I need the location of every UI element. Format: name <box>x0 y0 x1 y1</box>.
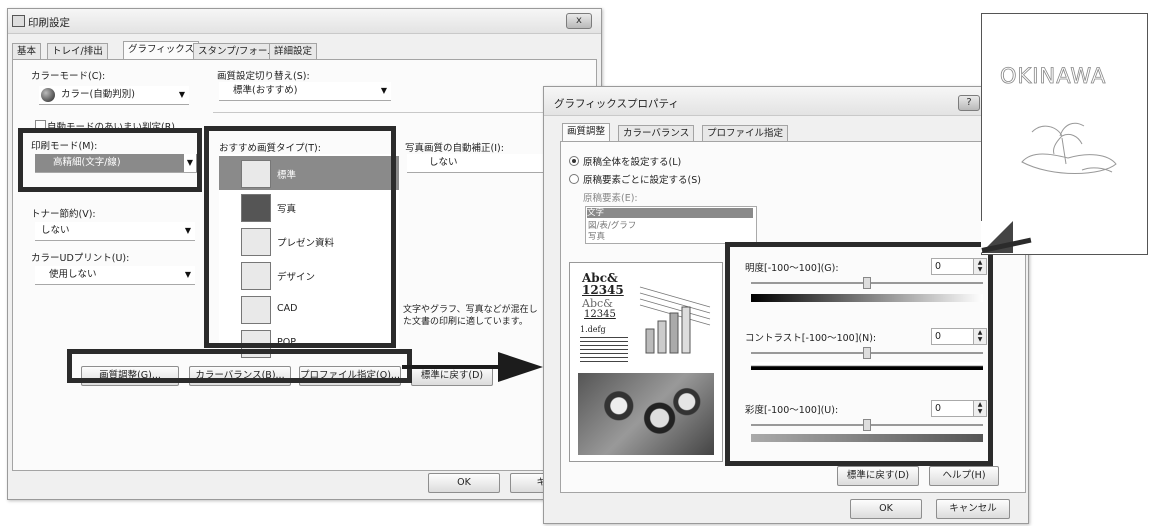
dialog-title: 印刷設定 <box>28 17 70 29</box>
preview-page: Abc& 12345 Abc& 12345 1.defg <box>569 262 723 462</box>
preview-text-num: 12345 <box>582 283 624 297</box>
arrow-shaft <box>402 365 502 369</box>
slider-group-highlight <box>725 242 993 466</box>
tab-quality[interactable]: 画質調整 <box>562 123 611 141</box>
radio-each-label: 原稿要素ごとに設定する(S) <box>583 175 701 186</box>
element-label: 原稿要素(E): <box>583 193 638 204</box>
chevron-down-icon: ▼ <box>184 270 191 279</box>
tab-tray[interactable]: トレイ/排出 <box>47 43 108 59</box>
tab-profile[interactable]: プロファイル指定 <box>702 125 789 141</box>
tab-graphics[interactable]: グラフィックス <box>123 41 200 59</box>
preview-text-num: 12345 <box>584 309 616 320</box>
cancel-button[interactable]: キャンセル <box>936 499 1010 519</box>
help-button[interactable]: ヘルプ(H) <box>929 466 999 486</box>
quality-switch-value: 標準(おすすめ) <box>233 85 298 96</box>
toner-save-label: トナー節約(V): <box>31 209 96 220</box>
close-button[interactable]: x <box>566 13 592 29</box>
color-ud-value: 使用しない <box>49 269 97 280</box>
quality-button-highlight <box>67 349 412 383</box>
chevron-down-icon: ▼ <box>178 90 185 99</box>
print-mode-highlight <box>18 128 202 192</box>
preview-bar-chart <box>639 286 711 354</box>
radio-all[interactable] <box>569 156 579 166</box>
arrow-head <box>498 352 543 382</box>
title-bar: グラフィックスプロパティ ? <box>544 87 1028 116</box>
output-page: OKINAWA <box>981 13 1148 255</box>
chevron-down-icon: ▼ <box>184 226 191 235</box>
color-circle-icon <box>41 88 55 102</box>
quality-switch-label: 画質設定切り替え(S): <box>217 71 310 82</box>
reset-default-button[interactable]: 標準に戻す(D) <box>837 466 919 486</box>
reset-default-button[interactable]: 標準に戻す(D) <box>411 366 493 386</box>
tab-advanced[interactable]: 詳細設定 <box>269 43 318 59</box>
preview-text-lines <box>580 337 628 365</box>
preview-photo <box>578 373 714 455</box>
color-ud-label: カラーUDプリント(U): <box>31 253 130 264</box>
tab-strip: 基本 トレイ/排出 グラフィックス スタンプ/フォーム 詳細設定 <box>12 41 592 59</box>
image-type-highlight <box>204 126 396 348</box>
radio-each[interactable] <box>569 174 579 184</box>
title-bar: 印刷設定 x <box>8 9 601 34</box>
ok-button[interactable]: OK <box>850 499 922 519</box>
color-mode-value: カラー(自動判別) <box>61 89 135 100</box>
radio-all-label: 原稿全体を設定する(L) <box>583 157 682 168</box>
photo-correction-value: しない <box>429 157 458 168</box>
element-item-text[interactable]: 文字 <box>587 208 753 218</box>
ok-button[interactable]: OK <box>428 473 500 493</box>
preview-text-small: 1.defg <box>580 325 606 334</box>
tab-strip: 画質調整 カラーバランス プロファイル指定 <box>562 123 982 141</box>
tab-basic[interactable]: 基本 <box>12 43 42 59</box>
toner-save-value: しない <box>41 225 70 236</box>
tab-color-balance[interactable]: カラーバランス <box>618 125 695 141</box>
quality-switch-select[interactable]: 標準(おすすめ) ▼ <box>219 82 391 101</box>
color-mode-label: カラーモード(C): <box>31 71 106 82</box>
color-ud-select[interactable]: 使用しない ▼ <box>35 266 195 285</box>
printer-icon <box>12 15 25 27</box>
toner-save-select[interactable]: しない ▼ <box>35 222 195 241</box>
output-title: OKINAWA <box>1000 64 1107 89</box>
divider <box>213 112 553 113</box>
photo-correction-label: 写真画質の自動補正(I): <box>405 143 504 154</box>
palm-island-illustration <box>1021 122 1117 174</box>
help-icon[interactable]: ? <box>958 95 980 111</box>
chevron-down-icon: ▼ <box>380 86 387 95</box>
description-line-2: た文書の印刷に適しています。 <box>403 317 528 327</box>
photo-correction-select[interactable]: しない <box>407 154 547 173</box>
element-item-photo[interactable]: 写真 <box>588 230 605 242</box>
dialog-title: グラフィックスプロパティ <box>554 98 679 110</box>
element-list: 文字 図/表/グラフ 写真 <box>585 206 757 244</box>
color-mode-select[interactable]: カラー(自動判別) ▼ <box>39 86 189 105</box>
